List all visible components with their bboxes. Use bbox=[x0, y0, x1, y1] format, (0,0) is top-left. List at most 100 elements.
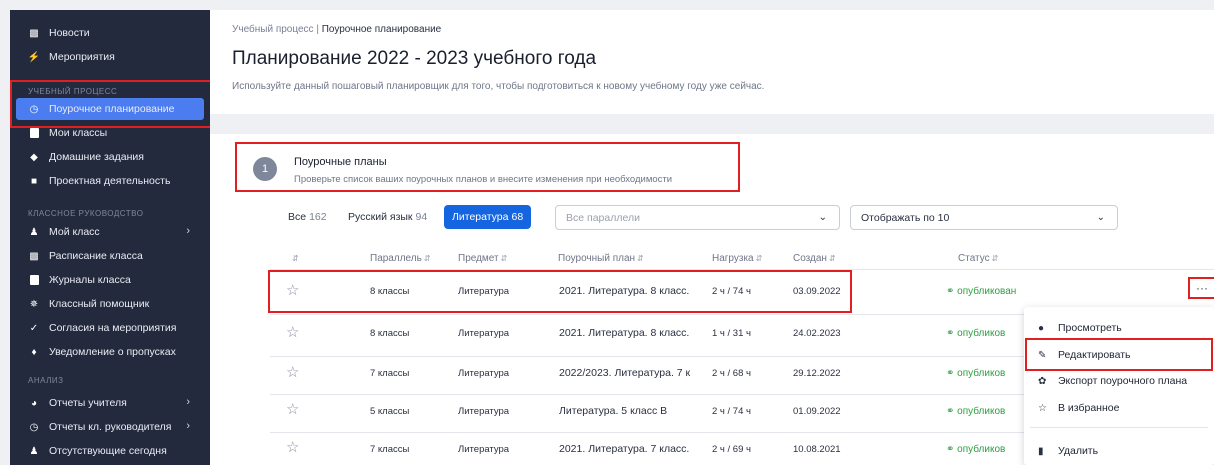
trash-icon: ▮ bbox=[1038, 445, 1044, 457]
chevron-right-icon: › bbox=[186, 225, 190, 237]
menu-item-label: В избранное bbox=[1058, 402, 1120, 414]
sidebar-item-my-class[interactable]: ♟ Мой класс › bbox=[16, 221, 204, 243]
sort-icon: ⇵ bbox=[755, 254, 763, 263]
tab-russian[interactable]: Русский язык 94 bbox=[340, 205, 435, 229]
menu-item-delete[interactable]: ▮ Удалить bbox=[1024, 438, 1214, 464]
book-icon bbox=[28, 127, 40, 139]
menu-item-label: Удалить bbox=[1058, 445, 1099, 457]
page-size-value: Отображать по 10 bbox=[861, 211, 950, 224]
sort-icon: ⇵ bbox=[991, 254, 999, 263]
sidebar-item-label: Уведомление о пропусках bbox=[49, 346, 176, 358]
sort-icon[interactable]: ⇵ bbox=[290, 253, 299, 264]
parallel-select[interactable]: Все параллели ⌄ bbox=[555, 205, 840, 230]
highlight-box-row bbox=[268, 270, 852, 313]
context-menu: ● Просмотреть ✎ Редактировать ✿ Экспорт … bbox=[1024, 307, 1214, 465]
breadcrumb-current: Поурочное планирование bbox=[321, 24, 442, 35]
column-header-load[interactable]: Нагрузка ⇵ bbox=[712, 253, 762, 264]
cell-parallel: 7 классы bbox=[370, 368, 410, 379]
clock-outline-icon: ◷ bbox=[29, 421, 39, 433]
sidebar-item-label: Классный помощник bbox=[49, 298, 150, 310]
menu-item-label: Просмотреть bbox=[1058, 322, 1122, 334]
star-icon[interactable]: ☆ bbox=[286, 325, 299, 340]
highlight-box-sidebar bbox=[10, 80, 213, 128]
cell-plan[interactable]: 2021. Литература. 8 класс. bbox=[559, 327, 701, 339]
cell-plan[interactable]: 2022/2023. Литература. 7 к bbox=[559, 367, 701, 379]
sidebar: ▩ Новости ⚡ Мероприятия УЧЕБНЫЙ ПРОЦЕСС … bbox=[10, 10, 210, 465]
menu-item-favorite[interactable]: ☆ В избранное bbox=[1024, 395, 1214, 421]
status-badge: ⚭ опубликов bbox=[946, 444, 1006, 455]
tab-count: 68 bbox=[511, 211, 524, 223]
breadcrumb-parent-link[interactable]: Учебный процесс bbox=[232, 24, 314, 35]
sidebar-item-events[interactable]: ⚡ Мероприятия bbox=[16, 46, 204, 68]
tab-count: 94 bbox=[415, 211, 428, 223]
info-icon: ● bbox=[1038, 322, 1045, 334]
column-header-parallel[interactable]: Параллель ⇵ bbox=[370, 253, 431, 264]
page-size-select[interactable]: Отображать по 10 ⌄ bbox=[850, 205, 1118, 230]
sidebar-item-label: Отчеты учителя bbox=[49, 397, 127, 409]
sidebar-item-label: Согласия на мероприятия bbox=[49, 322, 177, 334]
cell-parallel: 8 классы bbox=[370, 328, 410, 339]
gear-export-icon: ✿ bbox=[1038, 375, 1047, 387]
bell-icon: ♦ bbox=[31, 346, 37, 358]
cell-created: 01.09.2022 bbox=[793, 406, 841, 417]
tab-all[interactable]: Все 162 bbox=[280, 205, 335, 229]
sidebar-item-class-schedule[interactable]: ▩ Расписание класса bbox=[16, 245, 204, 267]
column-header-status[interactable]: Статус ⇵ bbox=[958, 253, 998, 264]
cell-parallel: 5 классы bbox=[370, 406, 410, 417]
breadcrumb-separator: | bbox=[316, 24, 319, 35]
chevron-down-icon: ⌄ bbox=[1096, 212, 1105, 223]
menu-item-export[interactable]: ✿ Экспорт поурочного плана bbox=[1024, 368, 1214, 394]
chevron-down-icon: ⌄ bbox=[818, 212, 827, 223]
tab-label: Литература bbox=[452, 211, 509, 223]
tab-label: Все bbox=[288, 211, 307, 223]
star-icon[interactable]: ☆ bbox=[286, 365, 299, 380]
sidebar-item-absent-today[interactable]: ♟ Отсутствующие сегодня bbox=[16, 440, 204, 462]
sidebar-item-news[interactable]: ▩ Новости bbox=[16, 22, 204, 44]
sidebar-item-label: Отчеты кл. руководителя bbox=[49, 421, 172, 433]
cell-subject: Литература bbox=[458, 328, 510, 339]
more-actions-button[interactable]: ··· bbox=[1188, 277, 1214, 299]
step-number-badge: 1 bbox=[253, 157, 277, 181]
column-header-subject[interactable]: Предмет ⇵ bbox=[458, 253, 507, 264]
cell-subject: Литература bbox=[458, 444, 510, 455]
book-icon bbox=[28, 274, 40, 286]
column-header-plan[interactable]: Поурочный план ⇵ bbox=[558, 253, 644, 264]
cell-plan[interactable]: 2021. Литература. 7 класс. bbox=[559, 443, 701, 455]
sidebar-item-label: Отсутствующие сегодня bbox=[49, 445, 167, 457]
step-description: Проверьте список ваших поурочных планов … bbox=[294, 174, 673, 185]
sidebar-item-projects[interactable]: ■ Проектная деятельность bbox=[16, 170, 204, 192]
sort-icon: ⇵ bbox=[828, 254, 836, 263]
users-icon: ♟ bbox=[29, 226, 39, 238]
sidebar-item-teacher-reports[interactable]: ◕ Отчеты учителя › bbox=[16, 392, 204, 414]
cell-plan[interactable]: Литература. 5 класс В bbox=[559, 405, 701, 417]
calendar-icon: ▩ bbox=[29, 250, 39, 262]
user-absent-icon: ♟ bbox=[29, 445, 39, 457]
cell-load: 1 ч / 31 ч bbox=[712, 328, 751, 339]
sort-icon: ⇵ bbox=[423, 254, 431, 263]
status-badge: ⚭ опубликов bbox=[946, 328, 1006, 339]
tab-label: Русский язык bbox=[348, 211, 413, 223]
star-icon[interactable]: ☆ bbox=[286, 402, 299, 417]
sidebar-item-consents[interactable]: ✓ Согласия на мероприятия bbox=[16, 317, 204, 339]
tab-literature[interactable]: Литература 68 bbox=[444, 205, 532, 229]
page-title: Планирование 2022 - 2023 учебного года bbox=[232, 48, 597, 69]
sort-icon: ⇵ bbox=[500, 254, 508, 263]
sidebar-item-label: Новости bbox=[49, 27, 90, 39]
sidebar-item-absence-notice[interactable]: ♦ Уведомление о пропусках bbox=[16, 341, 204, 363]
calendar-icon: ▩ bbox=[29, 27, 39, 39]
step-title: Поурочные планы bbox=[294, 156, 387, 168]
lightning-icon: ⚡ bbox=[27, 51, 41, 63]
cell-subject: Литература bbox=[458, 368, 510, 379]
cell-load: 2 ч / 68 ч bbox=[712, 368, 751, 379]
breadcrumb: Учебный процесс | Поурочное планирование bbox=[232, 24, 441, 35]
star-icon[interactable]: ☆ bbox=[286, 440, 299, 455]
sidebar-item-head-reports[interactable]: ◷ Отчеты кл. руководителя › bbox=[16, 416, 204, 438]
column-header-created[interactable]: Создан ⇵ bbox=[793, 253, 836, 264]
sidebar-item-class-journals[interactable]: Журналы класса bbox=[16, 269, 204, 291]
sidebar-item-label: Журналы класса bbox=[49, 274, 131, 286]
chevron-right-icon: › bbox=[186, 420, 190, 432]
sidebar-item-homework[interactable]: ◆ Домашние задания bbox=[16, 146, 204, 168]
section-divider bbox=[210, 114, 1214, 134]
check-circle-icon: ✓ bbox=[29, 322, 39, 334]
sidebar-item-class-assistant[interactable]: ✵ Классный помощник bbox=[16, 293, 204, 315]
